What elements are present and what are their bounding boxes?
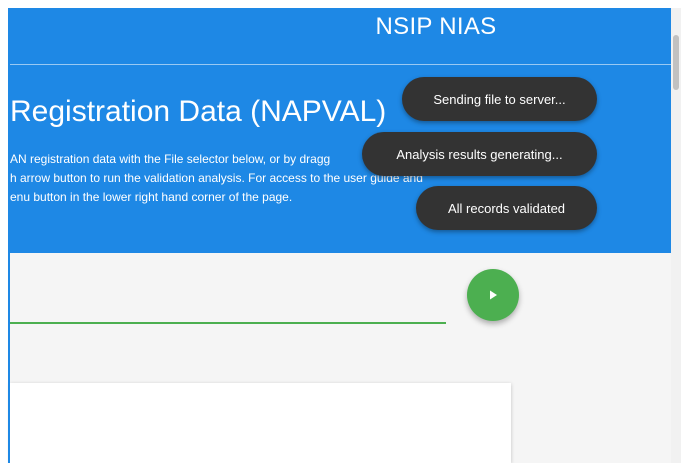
toast-analysis-generating: Analysis results generating... [362,132,597,176]
page-title: Registration Data (NAPVAL) [10,95,387,128]
window-border [8,8,10,463]
run-validation-button[interactable] [467,269,519,321]
app-window: NSIP NIAS Registration Data (NAPVAL) AN … [0,0,681,463]
results-card [10,383,511,463]
toast-records-validated: All records validated [416,186,597,230]
app-header [10,8,671,65]
app-title: NSIP NIAS [375,13,497,40]
description-line: enu button in the lower right hand corne… [10,190,293,204]
play-icon [490,290,497,300]
file-selector-input[interactable] [10,322,446,324]
scrollbar-thumb[interactable] [673,35,679,90]
toast-sending-file: Sending file to server... [402,77,597,121]
